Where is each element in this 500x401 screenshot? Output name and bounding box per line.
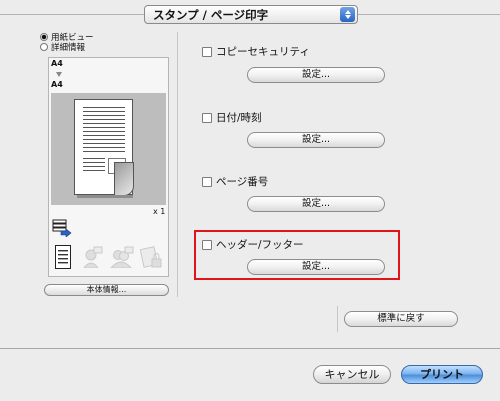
print-button[interactable]: プリント [401, 365, 483, 384]
copies-count: x 1 [153, 207, 166, 216]
paper-size-from: A4 [51, 59, 63, 68]
checkbox[interactable] [202, 112, 212, 123]
reset-divider [337, 306, 338, 332]
option-label: ページ番号 [216, 176, 269, 188]
header-divider-left [0, 14, 144, 15]
checkbox[interactable] [202, 46, 212, 57]
checkbox[interactable] [202, 239, 212, 250]
option-page-number[interactable]: ページ番号 [202, 174, 268, 189]
option-date-time[interactable]: 日付/時刻 [202, 110, 262, 125]
page-curl-icon [114, 162, 134, 196]
radio-detail-info-label: 詳細情報 [51, 43, 86, 53]
updown-arrow-icon [340, 7, 355, 22]
date-time-settings-button[interactable]: 設定... [247, 132, 385, 148]
user-icon[interactable] [83, 246, 103, 271]
down-arrow-icon [56, 72, 62, 77]
header-divider-right [358, 14, 500, 15]
printer-tray-icon[interactable] [52, 219, 72, 240]
page-number-settings-button[interactable]: 設定... [247, 196, 385, 212]
radio-detail-info[interactable]: 詳細情報 [40, 41, 85, 53]
paper-size-to: A4 [51, 80, 63, 89]
option-header-footer[interactable]: ヘッダー/フッター [202, 237, 304, 252]
copy-security-settings-button[interactable]: 設定... [247, 67, 385, 83]
header-footer-settings-button[interactable]: 設定... [247, 259, 385, 275]
panel-select-label: スタンプ / ページ印字 [153, 7, 269, 22]
secure-document-icon[interactable] [139, 246, 164, 273]
document-icon[interactable] [55, 245, 71, 272]
restore-defaults-button[interactable]: 標準に戻す [344, 311, 458, 327]
footer-divider [0, 348, 500, 349]
checkbox[interactable] [202, 176, 212, 187]
users-icon[interactable] [109, 246, 134, 271]
option-label: コピーセキュリティ [216, 46, 310, 58]
option-copy-security[interactable]: コピーセキュリティ [202, 44, 310, 59]
page-shadow [77, 195, 133, 198]
device-info-button[interactable]: 本体情報... [44, 284, 169, 296]
panel-select-dropdown[interactable]: スタンプ / ページ印字 [144, 5, 358, 24]
option-label: ヘッダー/フッター [216, 239, 304, 251]
radio-unselected-icon [40, 43, 48, 51]
panel-divider [177, 32, 178, 297]
option-label: 日付/時刻 [216, 112, 262, 124]
radio-selected-icon [40, 33, 48, 41]
cancel-button[interactable]: キャンセル [313, 365, 391, 384]
